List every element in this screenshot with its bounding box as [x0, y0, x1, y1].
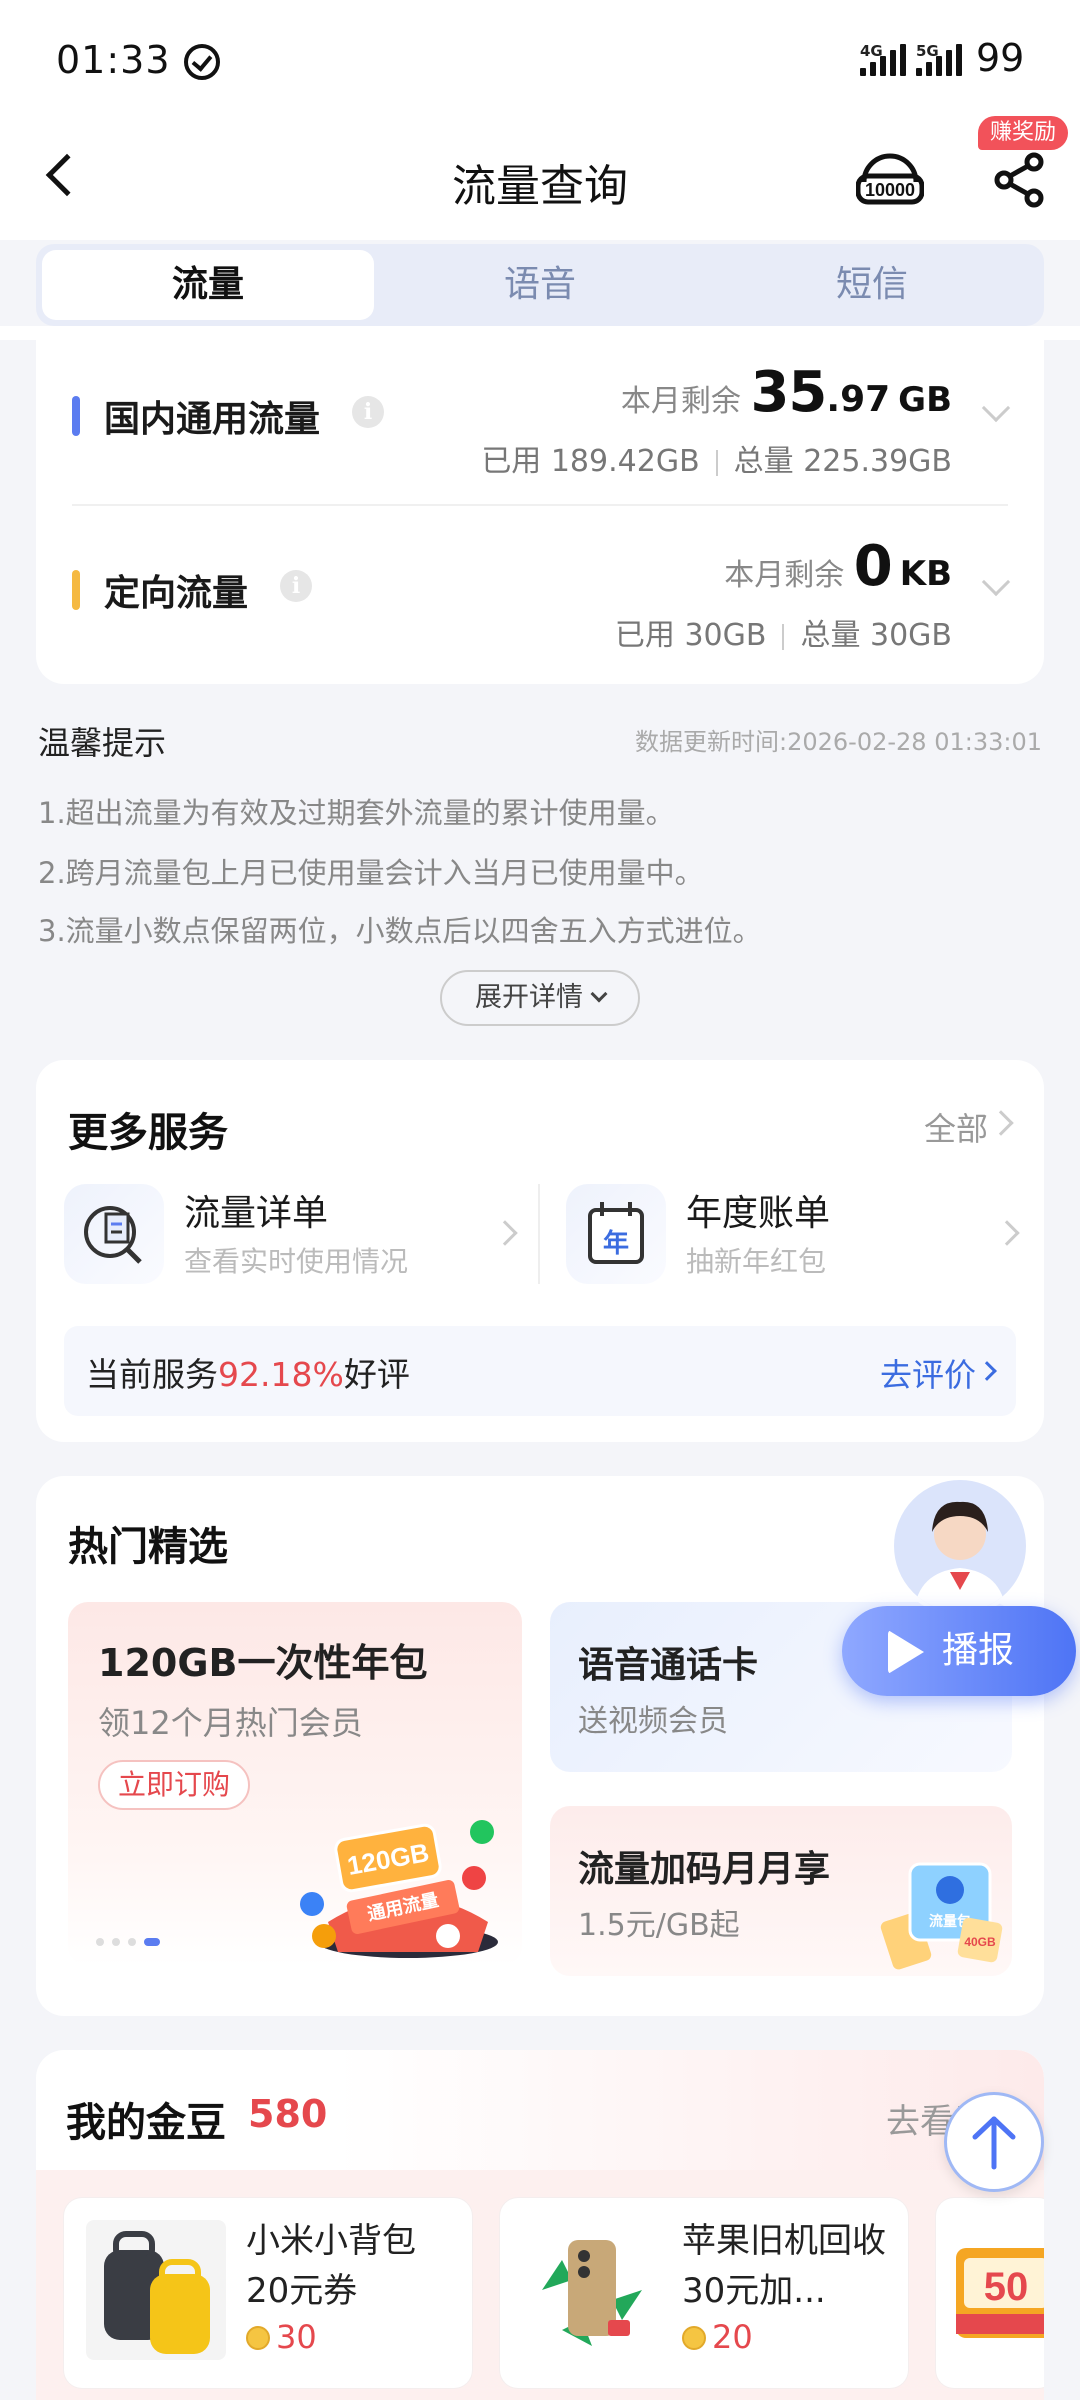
- coupon-image: 50: [956, 2248, 1044, 2338]
- signal-5g-icon: 5G: [916, 42, 962, 76]
- tab-bar: 流量 语音 短信: [36, 244, 1044, 326]
- tip-item: 3.流量小数点保留两位，小数点后以四舍五入方式进位。: [38, 914, 762, 948]
- expand-details-button[interactable]: 展开详情: [440, 970, 640, 1026]
- rating-text: 当前服务92.18%好评: [86, 1355, 410, 1394]
- chevron-down-icon[interactable]: [981, 567, 1011, 597]
- golden-beans-card: 我的金豆 580 去看看 小米小背包20元券 30 苹果旧机回收30元加... …: [36, 2050, 1044, 2400]
- usage-row-general[interactable]: 国内通用流量 i 本月剩余 35.97 GB 已用 189.42GB 总量 225.…: [36, 340, 1044, 510]
- svg-text:年: 年: [603, 1228, 629, 1259]
- svg-text:50: 50: [984, 2265, 1029, 2309]
- section-title: 我的金豆: [66, 2100, 226, 2146]
- battery-level: 99: [976, 36, 1025, 80]
- tab-bottom-fill: [0, 326, 1080, 340]
- chevron-down-icon: [590, 985, 608, 1003]
- usage-name: 定向流量: [104, 573, 249, 614]
- chevron-right-icon[interactable]: [977, 1361, 997, 1381]
- arrow-up-icon: [972, 2116, 1016, 2170]
- check-circle-icon: [184, 44, 220, 80]
- used-total: 已用 189.42GB 总量 225.39GB: [481, 444, 952, 479]
- carousel-dots: [96, 1938, 160, 1946]
- chevron-right-icon[interactable]: [988, 1110, 1014, 1136]
- calendar-icon: 年: [566, 1184, 666, 1284]
- reward-badge[interactable]: 赚奖励: [978, 116, 1069, 150]
- service-annual-bill[interactable]: 年 年度账单 抽新年红包: [566, 1184, 1046, 1284]
- subscribe-button[interactable]: 立即订购: [98, 1760, 251, 1810]
- usage-row-directed[interactable]: 定向流量 i 本月剩余 0 KB 已用 30GB 总量 30GB: [36, 514, 1044, 684]
- back-to-top-button[interactable]: [944, 2092, 1044, 2192]
- data-pack-illustration: 120GB 通用流量: [300, 1820, 498, 1958]
- data-pack-icon: 流量包 40GB: [880, 1862, 1003, 1970]
- goods-item[interactable]: 苹果旧机回收30元加... 20: [500, 2198, 908, 2388]
- svg-text:40GB: 40GB: [964, 1935, 996, 1949]
- status-time: 01:33: [56, 38, 171, 82]
- divider: [72, 504, 1008, 506]
- chevron-right-icon: [994, 1220, 1020, 1246]
- svg-text:10000: 10000: [865, 180, 915, 200]
- section-title: 更多服务: [68, 1110, 228, 1156]
- tab-data[interactable]: 流量: [42, 250, 374, 320]
- tip-item: 1.超出流量为有效及过期套外流量的累计使用量。: [38, 796, 675, 830]
- usage-name: 国内通用流量: [104, 399, 321, 440]
- info-icon[interactable]: i: [280, 570, 312, 602]
- chevron-down-icon[interactable]: [981, 393, 1011, 423]
- bean-count: 580: [248, 2092, 328, 2136]
- section-title: 热门精选: [68, 1524, 228, 1570]
- more-services-card: 更多服务 全部 流量详单 查看实时使用情况 年 年度账单 抽新年红包 当前服务9…: [36, 1060, 1044, 1442]
- update-time: 数据更新时间:2026-02-28 01:33:01: [635, 728, 1042, 756]
- remain-value: 本月剩余 35.97 GB: [620, 360, 952, 425]
- phone-recycle-image: [522, 2220, 662, 2360]
- chevron-right-icon: [492, 1220, 518, 1246]
- tips-title: 温馨提示: [38, 724, 167, 762]
- customer-service-10000-icon[interactable]: 10000: [856, 150, 924, 210]
- category-bar: [72, 570, 80, 610]
- promo-annual-pack[interactable]: 120GB一次性年包 领12个月热门会员 立即订购 120GB 通用流量: [68, 1602, 522, 1966]
- divider: [538, 1184, 540, 1284]
- promo-data-boost[interactable]: 流量加码月月享 1.5元/GB起 流量包 40GB: [550, 1806, 1012, 1976]
- broadcast-button[interactable]: 播报: [842, 1606, 1076, 1696]
- goods-item[interactable]: 小米小背包20元券 30: [64, 2198, 472, 2388]
- signal-4g-icon: 4G: [860, 42, 906, 76]
- used-total: 已用 30GB 总量 30GB: [614, 618, 952, 653]
- backpack-image: [86, 2220, 226, 2360]
- category-bar: [72, 396, 80, 436]
- goods-item[interactable]: 50: [936, 2198, 1044, 2388]
- rating-bar: 当前服务92.18%好评 去评价: [64, 1326, 1016, 1416]
- info-icon[interactable]: i: [352, 396, 384, 428]
- usage-card: 国内通用流量 i 本月剩余 35.97 GB 已用 189.42GB 总量 225.…: [36, 340, 1044, 684]
- play-icon: [888, 1630, 924, 1674]
- tip-item: 2.跨月流量包上月已使用量会计入当月已使用量中。: [38, 856, 704, 890]
- magnifier-doc-icon: [64, 1184, 164, 1284]
- all-services-link[interactable]: 全部: [924, 1104, 988, 1150]
- remain-value: 本月剩余 0 KB: [724, 534, 952, 599]
- tab-voice[interactable]: 语音: [374, 250, 706, 320]
- tab-sms[interactable]: 短信: [706, 250, 1038, 320]
- share-icon[interactable]: [992, 152, 1048, 208]
- bean-icon: [682, 2326, 706, 2350]
- service-data-detail[interactable]: 流量详单 查看实时使用情况: [64, 1184, 544, 1284]
- rate-button[interactable]: 去评价: [880, 1350, 976, 1396]
- bean-icon: [246, 2326, 270, 2350]
- assistant-avatar[interactable]: [890, 1476, 1030, 1616]
